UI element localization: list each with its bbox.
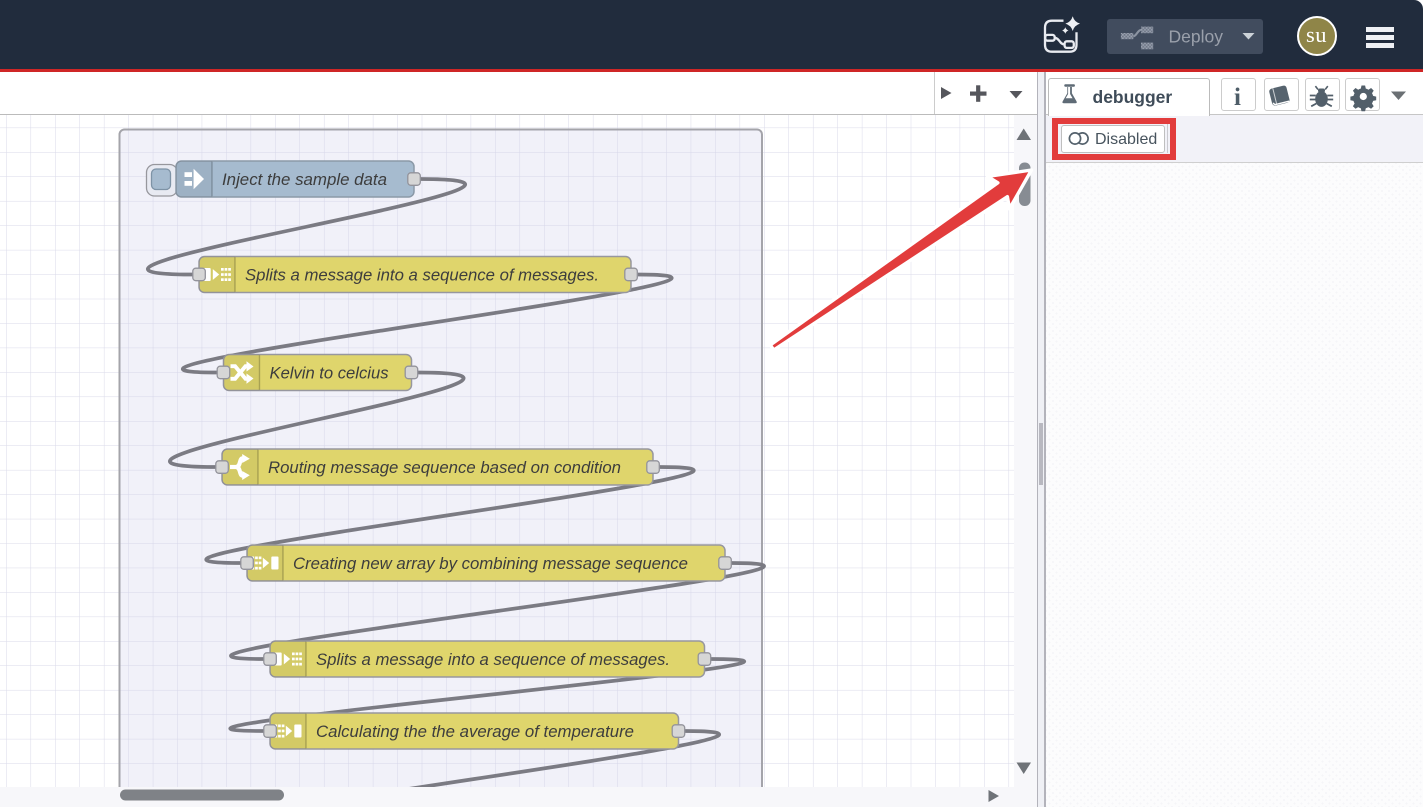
svg-text:Splits a message into a sequen: Splits a message into a sequence of mess… xyxy=(316,649,670,668)
svg-text:Routing message sequence based: Routing message sequence based on condit… xyxy=(268,457,621,476)
svg-text:Calculating the the average of: Calculating the the average of temperatu… xyxy=(316,721,634,740)
svg-text:Kelvin to celcius: Kelvin to celcius xyxy=(270,363,390,382)
svg-text:Inject the sample data: Inject the sample data xyxy=(222,169,387,188)
svg-text:Splits a message into a sequen: Splits a message into a sequence of mess… xyxy=(245,265,599,284)
svg-text:Creating new array by combinin: Creating new array by combining message … xyxy=(293,553,688,572)
svg-text:Deploy: Deploy xyxy=(1169,27,1224,47)
